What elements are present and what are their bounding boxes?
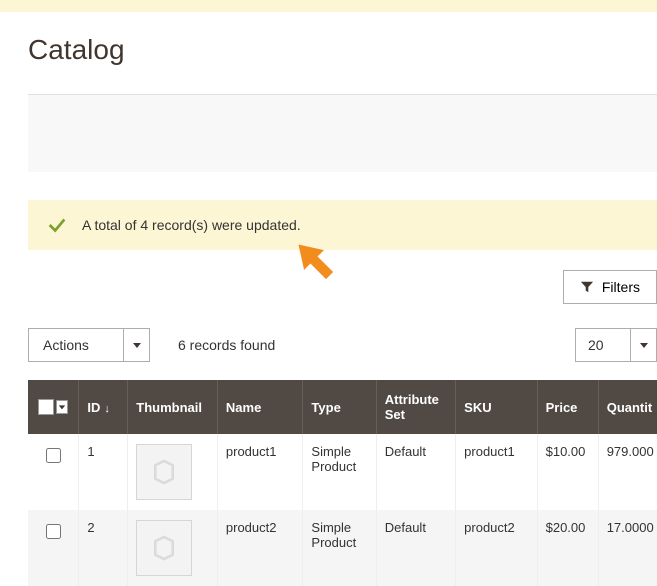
- pagesize-dropdown-toggle[interactable]: [631, 328, 657, 362]
- cell-sku: product1: [456, 434, 537, 510]
- cell-sku: product2: [456, 510, 537, 586]
- table-header-row: ID↓ Thumbnail Name Type Attribute Set SK…: [28, 380, 657, 434]
- cell-id: 1: [79, 434, 128, 510]
- filters-button-label: Filters: [602, 279, 640, 295]
- actions-dropdown[interactable]: Actions: [28, 328, 150, 362]
- th-thumbnail[interactable]: Thumbnail: [128, 380, 218, 434]
- actions-dropdown-toggle[interactable]: [124, 328, 150, 362]
- cell-thumbnail: [128, 510, 218, 586]
- th-checkbox[interactable]: [28, 380, 79, 434]
- product-grid: ID↓ Thumbnail Name Type Attribute Set SK…: [28, 380, 657, 586]
- sort-indicator-icon: ↓: [104, 403, 110, 415]
- th-name[interactable]: Name: [217, 380, 303, 434]
- grid-controls-bottom: Actions 6 records found 20: [28, 328, 657, 362]
- filter-icon: [580, 280, 594, 294]
- grid-controls-top: Filters: [28, 270, 657, 304]
- cell-attribute-set: Default: [376, 510, 455, 586]
- caret-down-icon: [639, 340, 649, 350]
- check-icon: [46, 214, 68, 236]
- cell-price: $20.00: [537, 510, 598, 586]
- cell-price: $10.00: [537, 434, 598, 510]
- thumbnail-placeholder: [136, 520, 192, 576]
- success-message-text: A total of 4 record(s) were updated.: [82, 217, 301, 233]
- pagesize-dropdown[interactable]: 20: [575, 328, 657, 362]
- page-title: Catalog: [28, 34, 657, 66]
- notice-bar-top: [0, 0, 657, 12]
- actions-dropdown-label: Actions: [28, 328, 124, 362]
- cell-id: 2: [79, 510, 128, 586]
- records-found: 6 records found: [178, 337, 275, 353]
- select-all-checkbox[interactable]: [38, 399, 54, 415]
- th-type[interactable]: Type: [303, 380, 376, 434]
- cell-name: product1: [217, 434, 303, 510]
- table-row[interactable]: 2 product2 Simple Product Default produc…: [28, 510, 657, 586]
- cell-thumbnail: [128, 434, 218, 510]
- cell-type: Simple Product: [303, 434, 376, 510]
- row-checkbox[interactable]: [46, 448, 61, 463]
- thumbnail-placeholder: [136, 444, 192, 500]
- cell-quantity: 17.0000: [598, 510, 657, 586]
- table-row[interactable]: 1 product1 Simple Product Default produc…: [28, 434, 657, 510]
- filters-button[interactable]: Filters: [563, 270, 657, 304]
- th-price[interactable]: Price: [537, 380, 598, 434]
- pagesize-value: 20: [575, 328, 631, 362]
- th-quantity[interactable]: Quantit: [598, 380, 657, 434]
- success-message: A total of 4 record(s) were updated.: [28, 200, 657, 250]
- cell-attribute-set: Default: [376, 434, 455, 510]
- toolbar-area: [28, 94, 657, 172]
- caret-down-icon: [132, 340, 142, 350]
- th-id[interactable]: ID↓: [79, 380, 128, 434]
- select-all-toggle[interactable]: [56, 400, 68, 414]
- th-sku[interactable]: SKU: [456, 380, 537, 434]
- th-attribute-set[interactable]: Attribute Set: [376, 380, 455, 434]
- cell-type: Simple Product: [303, 510, 376, 586]
- cell-name: product2: [217, 510, 303, 586]
- cell-quantity: 979.000: [598, 434, 657, 510]
- row-checkbox[interactable]: [46, 524, 61, 539]
